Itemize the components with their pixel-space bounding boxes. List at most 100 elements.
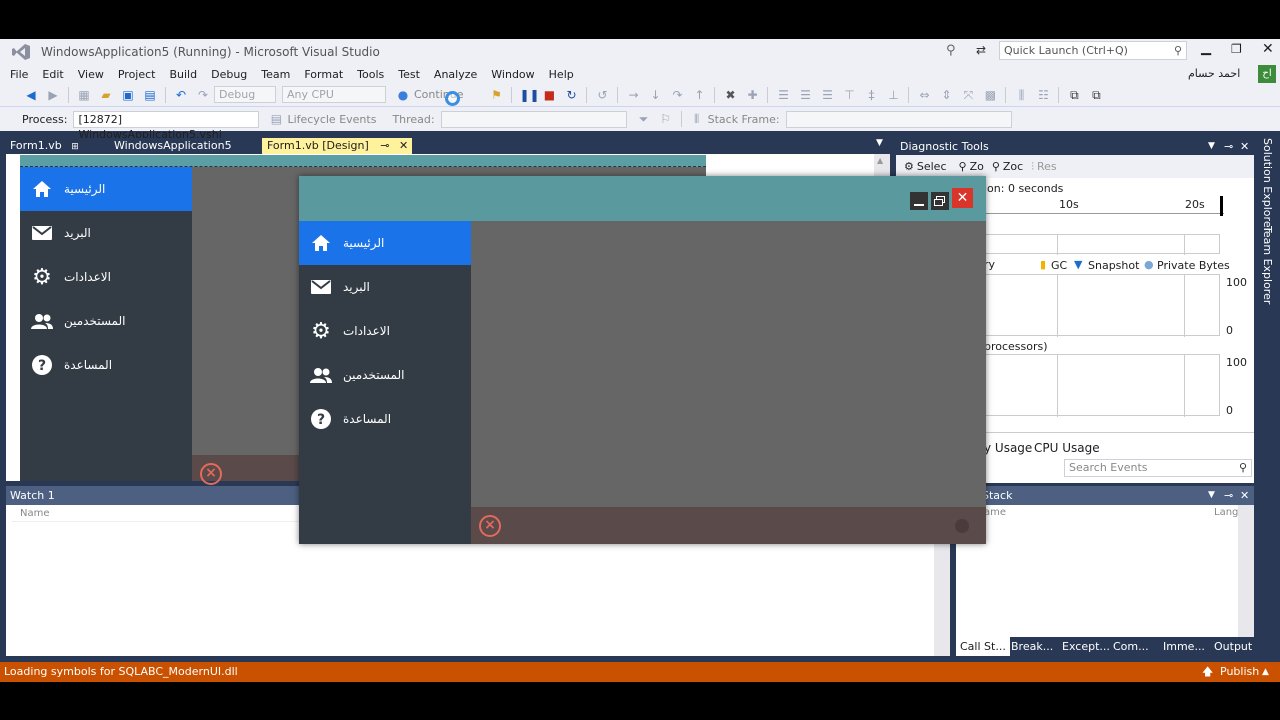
- tab-form1-vb[interactable]: Form1.vb ⊞: [0, 138, 104, 154]
- tab-command[interactable]: Com...: [1113, 637, 1149, 656]
- stop-icon[interactable]: ■: [541, 87, 557, 103]
- forward-icon[interactable]: ▶: [45, 87, 61, 103]
- reset-tool[interactable]: Res: [1037, 160, 1057, 173]
- align-bottom-icon[interactable]: ⊥: [885, 87, 901, 103]
- same-width-icon[interactable]: ⇔: [916, 87, 932, 103]
- align-middle-icon[interactable]: ‡: [863, 87, 879, 103]
- stack-frame-dropdown[interactable]: [785, 110, 1012, 128]
- back-icon[interactable]: ◀: [23, 87, 39, 103]
- user-name[interactable]: احمد حسام: [1188, 67, 1240, 80]
- send-to-back-icon[interactable]: ⧉: [1088, 87, 1104, 103]
- nav-item-help[interactable]: ? المساعدة: [299, 397, 471, 441]
- step-into-icon[interactable]: ↓: [647, 87, 663, 103]
- save-icon[interactable]: ▣: [120, 87, 136, 103]
- pin-icon[interactable]: ⊸: [1224, 138, 1233, 155]
- same-height-icon[interactable]: ⇕: [938, 87, 954, 103]
- size-to-grid-icon[interactable]: ▩: [982, 87, 998, 103]
- new-project-icon[interactable]: ▦: [76, 87, 92, 103]
- menu-team[interactable]: Team: [261, 68, 290, 81]
- tab-immediate[interactable]: Imme...: [1163, 637, 1205, 656]
- flag-thread-icon[interactable]: ⚐: [658, 111, 674, 127]
- app-minimize-button[interactable]: [910, 192, 928, 210]
- nav-item-home[interactable]: الرئيسية: [299, 221, 471, 265]
- menu-file[interactable]: File: [10, 68, 28, 81]
- timeline-cursor[interactable]: [1220, 196, 1223, 216]
- maximize-button[interactable]: ❐: [1231, 42, 1242, 56]
- breakpoint-icon[interactable]: ✖: [722, 87, 738, 103]
- thread-icon[interactable]: ✚: [744, 87, 760, 103]
- nav-item-settings[interactable]: ⚙ الاعدادات: [299, 309, 471, 353]
- show-next-statement-icon[interactable]: ↺: [594, 87, 610, 103]
- nav-item-mail[interactable]: البريد: [299, 265, 471, 309]
- menu-window[interactable]: Window: [491, 68, 534, 81]
- menu-analyze[interactable]: Analyze: [434, 68, 477, 81]
- select-icon[interactable]: ⚙: [904, 160, 914, 173]
- design-nav-item-help[interactable]: ? المساعدة: [20, 343, 192, 387]
- menu-build[interactable]: Build: [169, 68, 197, 81]
- zoom-in-tool[interactable]: Zo: [970, 160, 984, 173]
- process-dropdown[interactable]: [12872] WindowsApplication5.vshi: [73, 110, 260, 141]
- tab-cpu-usage[interactable]: CPU Usage: [1034, 441, 1100, 455]
- tab-windowsapplication5[interactable]: WindowsApplication5: [104, 138, 264, 154]
- pin-icon[interactable]: ⊞: [71, 142, 79, 152]
- exit-icon[interactable]: ×: [479, 515, 501, 537]
- app-close-button[interactable]: ✕: [952, 188, 973, 208]
- design-nav-item-users[interactable]: المستخدمين: [20, 299, 192, 343]
- same-size-icon[interactable]: ⤧: [960, 87, 976, 103]
- tab-overflow-icon[interactable]: ▼: [876, 138, 883, 148]
- align-left-icon[interactable]: ☰: [775, 87, 791, 103]
- zoom-out-icon[interactable]: ⚲: [992, 160, 1000, 173]
- tab-call-stack[interactable]: Call St...: [956, 637, 1010, 656]
- align-right-icon[interactable]: ☰: [819, 87, 835, 103]
- dropdown-icon[interactable]: ▼: [1208, 486, 1215, 505]
- watch-column-name[interactable]: Name: [12, 506, 302, 522]
- align-top-icon[interactable]: ⊤: [841, 87, 857, 103]
- bring-to-front-icon[interactable]: ⧉: [1066, 87, 1082, 103]
- zoom-in-icon[interactable]: ⚲: [959, 160, 967, 173]
- search-events-input[interactable]: Search Events ⚲: [1064, 459, 1252, 477]
- open-file-icon[interactable]: ▰: [98, 87, 114, 103]
- close-pane-icon[interactable]: ✕: [1240, 138, 1249, 155]
- hot-reload-icon[interactable]: ⚑: [488, 87, 504, 103]
- menu-tools[interactable]: Tools: [357, 68, 384, 81]
- publish-button[interactable]: Publish: [1220, 662, 1259, 682]
- close-tab-icon[interactable]: ✕: [399, 139, 408, 152]
- menu-help[interactable]: Help: [549, 68, 574, 81]
- menu-view[interactable]: View: [78, 68, 104, 81]
- column-language[interactable]: Lang: [1214, 507, 1238, 518]
- running-app-window[interactable]: ✕ الرئيسية البريد ⚙ الاعدادات المستخدمين…: [299, 176, 986, 544]
- horizontal-spacing-icon[interactable]: ⫼: [1013, 87, 1029, 103]
- resize-grip-icon[interactable]: [955, 519, 969, 533]
- close-pane-icon[interactable]: ✕: [1240, 486, 1249, 505]
- tab-breakpoints[interactable]: Break...: [1011, 637, 1053, 656]
- tab-memory-usage[interactable]: y Usage: [984, 441, 1032, 455]
- vertical-spacing-icon[interactable]: ☷: [1035, 87, 1051, 103]
- call-stack-scrollbar[interactable]: [1238, 505, 1254, 637]
- dropdown-icon[interactable]: ▼: [1208, 138, 1215, 155]
- thread-dropdown[interactable]: [440, 110, 627, 128]
- continue-icon[interactable]: ●: [395, 87, 411, 103]
- design-nav-item-home[interactable]: الرئيسية: [20, 167, 192, 211]
- app-restore-button[interactable]: [931, 192, 949, 210]
- minimize-button[interactable]: ▁: [1201, 41, 1211, 56]
- step-over-line-icon[interactable]: ↷: [669, 87, 685, 103]
- close-window-button[interactable]: ✕: [1262, 41, 1274, 57]
- publish-caret-icon[interactable]: ▲: [1262, 662, 1269, 682]
- redo-icon[interactable]: ↷: [195, 87, 211, 103]
- column-name[interactable]: ame: [984, 507, 1006, 518]
- undo-icon[interactable]: ↶: [173, 87, 189, 103]
- zoom-out-tool[interactable]: Zoc: [1003, 160, 1023, 173]
- restart-icon[interactable]: ↻: [563, 87, 579, 103]
- menu-edit[interactable]: Edit: [42, 68, 63, 81]
- tab-exceptions[interactable]: Except...: [1062, 637, 1110, 656]
- design-nav-item-mail[interactable]: البريد: [20, 211, 192, 255]
- step-out-icon[interactable]: ↑: [691, 87, 707, 103]
- pin-icon[interactable]: ⊸: [1224, 486, 1233, 505]
- menu-test[interactable]: Test: [398, 68, 420, 81]
- solution-explorer-tab[interactable]: Solution Explorer: [1261, 138, 1274, 232]
- scroll-up-icon[interactable]: ▲: [877, 156, 883, 165]
- platform-dropdown[interactable]: Any CPU: [282, 86, 386, 103]
- save-all-icon[interactable]: ▤: [142, 87, 158, 103]
- lifecycle-events-dropdown[interactable]: Lifecycle Events: [287, 113, 376, 126]
- feedback-icon[interactable]: ⚲: [946, 43, 956, 58]
